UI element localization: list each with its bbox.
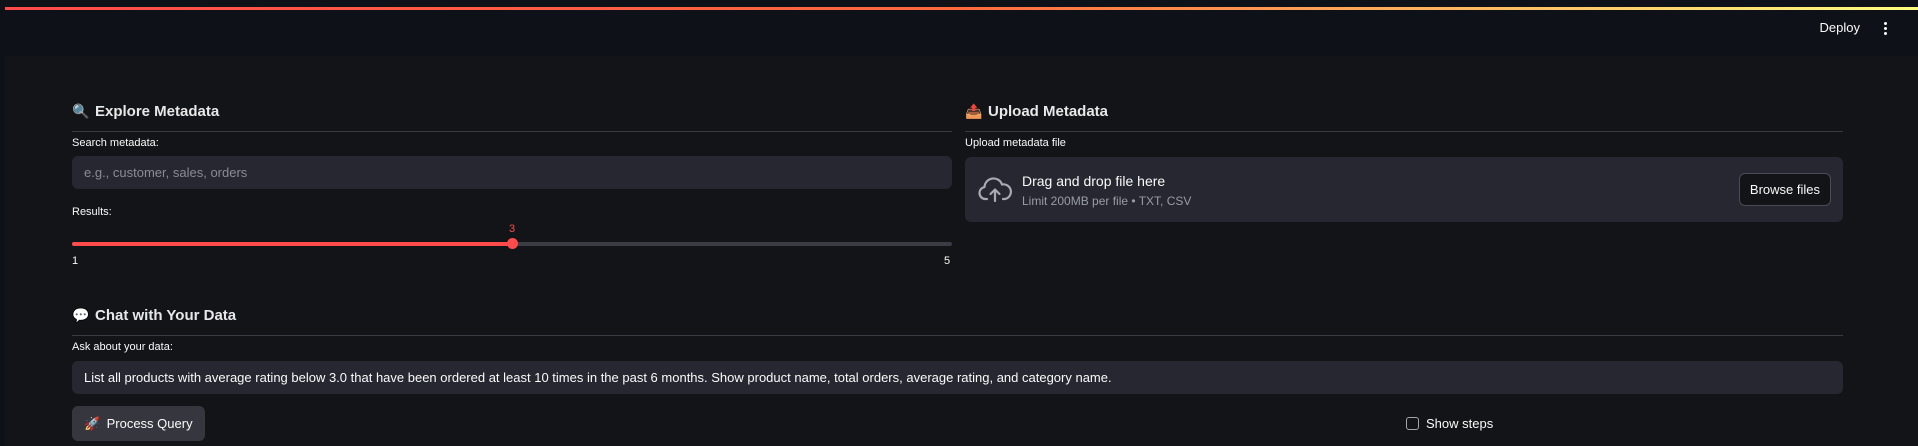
explore-title-text: Explore Metadata xyxy=(95,103,220,120)
dropzone-limits: Limit 200MB per file • TXT, CSV xyxy=(1022,194,1192,208)
dropzone-title: Drag and drop file here xyxy=(1022,173,1166,189)
results-slider-value: 3 xyxy=(509,223,516,235)
checkbox-box[interactable] xyxy=(1406,417,1419,430)
cloud-upload-icon xyxy=(978,177,1012,203)
deploy-button[interactable]: Deploy xyxy=(1820,20,1860,35)
query-input[interactable] xyxy=(72,361,1843,394)
ask-data-label: Ask about your data: xyxy=(72,341,173,353)
app-header xyxy=(5,10,1918,56)
results-slider-thumb[interactable] xyxy=(506,238,518,249)
header-decoration-bar xyxy=(5,7,1918,10)
results-slider-min: 1 xyxy=(72,255,79,267)
upload-file-label: Upload metadata file xyxy=(965,137,1066,149)
file-dropzone[interactable]: Drag and drop file here Limit 200MB per … xyxy=(965,157,1843,222)
process-query-label: Process Query xyxy=(106,416,193,431)
explore-divider xyxy=(72,131,952,132)
results-slider[interactable] xyxy=(72,238,952,249)
upload-tray-icon: 📤 xyxy=(965,103,983,119)
process-query-button[interactable]: 🚀 Process Query xyxy=(72,406,205,441)
browse-files-button[interactable]: Browse files xyxy=(1738,173,1831,206)
upload-divider xyxy=(965,131,1843,132)
speech-bubble-icon: 💬 xyxy=(72,307,90,323)
explore-section-title: 🔍 Explore Metadata xyxy=(72,103,219,120)
search-metadata-input[interactable] xyxy=(72,156,952,189)
chat-section-title: 💬 Chat with Your Data xyxy=(72,307,236,324)
show-steps-label: Show steps xyxy=(1426,416,1494,431)
magnifier-icon: 🔍 xyxy=(72,103,90,119)
results-slider-max: 5 xyxy=(944,255,951,267)
chat-title-text: Chat with Your Data xyxy=(95,307,237,324)
upload-title-text: Upload Metadata xyxy=(988,103,1109,120)
kebab-menu-icon[interactable] xyxy=(1877,19,1893,37)
upload-section-title: 📤 Upload Metadata xyxy=(965,103,1108,120)
rocket-icon: 🚀 xyxy=(84,415,101,431)
chat-divider xyxy=(72,335,1843,336)
results-label: Results: xyxy=(72,206,112,218)
search-metadata-label: Search metadata: xyxy=(72,137,159,149)
results-slider-fill xyxy=(72,242,512,246)
show-steps-checkbox[interactable]: Show steps xyxy=(1406,416,1493,431)
